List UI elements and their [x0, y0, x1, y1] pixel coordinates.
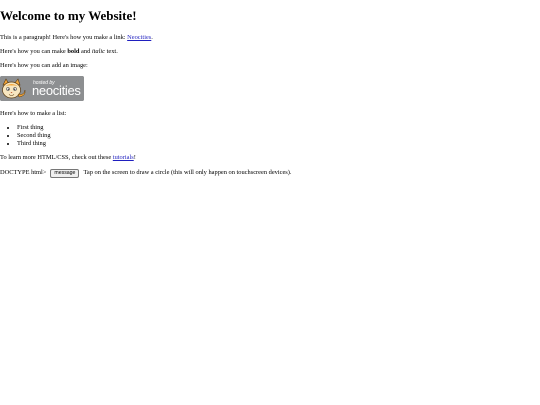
neocities-link[interactable]: Neocities: [127, 34, 151, 41]
doctype-text: DOCTYPE html>: [0, 169, 47, 176]
page: Welcome to my Website! This is a paragra…: [0, 0, 540, 405]
paragraph-text: This is a paragraph! Here's how you make…: [0, 34, 128, 41]
tutorials-prefix: To learn more HTML/CSS, check out these: [0, 154, 113, 161]
tutorials-line: To learn more HTML/CSS, check out these …: [0, 154, 136, 162]
list-item: Third thing: [17, 140, 51, 148]
page-title: Welcome to my Website!: [0, 8, 137, 23]
paragraph-link-line: This is a paragraph! Here's how you make…: [0, 34, 153, 42]
badge-big-text: neocities: [32, 83, 81, 98]
message-button[interactable]: message: [50, 168, 80, 178]
bold-italic-prefix: Here's how you can make: [0, 48, 68, 55]
italic-text: italic: [91, 48, 106, 55]
message-row: DOCTYPE html> message Tap on the screen …: [0, 168, 292, 178]
image-intro: Here's how you can add an image:: [0, 62, 88, 69]
paragraph-period: .: [151, 34, 153, 41]
tutorials-suffix: !: [133, 154, 136, 161]
bullet-list: First thing Second thing Third thing: [0, 124, 51, 148]
bold-italic-suffix: text.: [105, 48, 118, 55]
hosted-by-neocities-badge[interactable]: hosted by neocities: [0, 76, 84, 101]
touch-hint-text: Tap on the screen to draw a circle (this…: [83, 169, 292, 176]
bold-italic-line: Here's how you can make bold and italic …: [0, 48, 118, 56]
tutorials-link[interactable]: tutorials: [113, 154, 134, 161]
list-intro: Here's how to make a list:: [0, 110, 67, 117]
bold-italic-middle: and: [79, 48, 92, 55]
bold-text: bold: [67, 48, 80, 55]
list-item: First thing: [17, 124, 51, 132]
list-item: Second thing: [17, 132, 51, 140]
